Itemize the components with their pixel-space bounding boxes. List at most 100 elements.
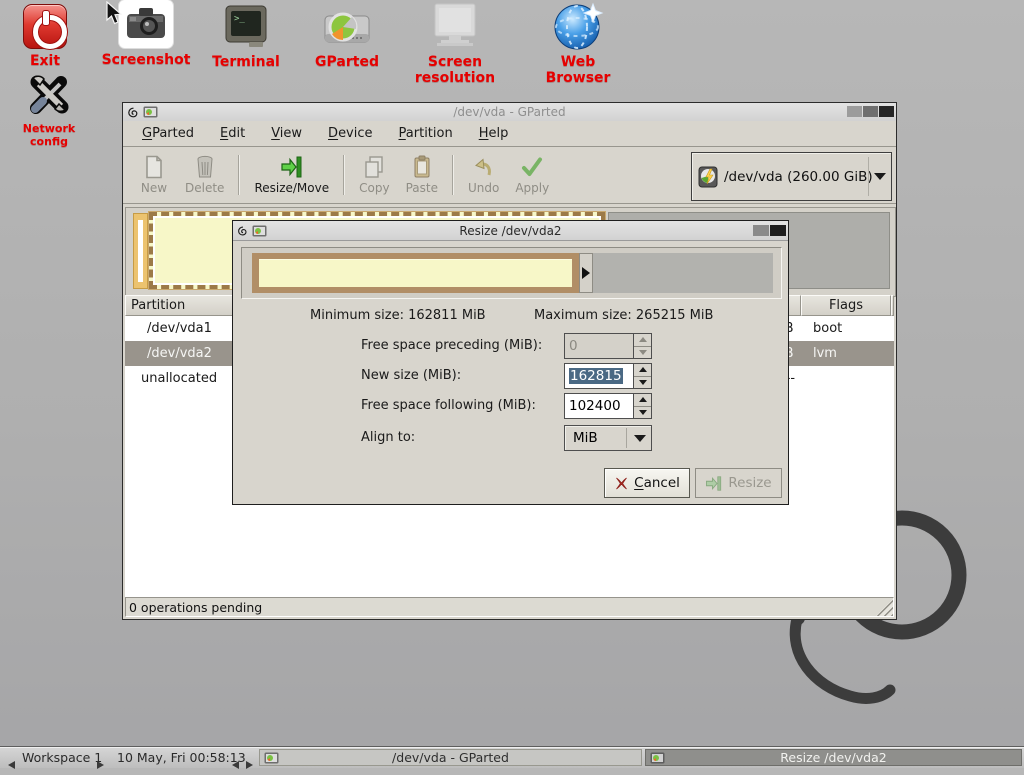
- workspace-label: Workspace 1: [22, 747, 102, 768]
- chevron-down-icon: [634, 435, 646, 442]
- free-space-preceding-row: Free space preceding (MiB): 0: [233, 333, 788, 359]
- disk-icon: [698, 166, 718, 188]
- dialog-titlebar[interactable]: Resize /dev/vda2: [233, 221, 788, 241]
- pager-next-button[interactable]: [246, 754, 253, 775]
- task-resize-dialog[interactable]: Resize /dev/vda2: [645, 749, 1022, 766]
- desktop-icon-network-config[interactable]: Network config: [5, 70, 93, 148]
- desktop-icon-label: GParted: [305, 54, 389, 70]
- apply-icon: [520, 155, 544, 179]
- spin-down-icon[interactable]: [634, 377, 651, 389]
- desktop-icon-web-browser[interactable]: Web Browser: [528, 2, 628, 86]
- resize-button[interactable]: Resize: [695, 468, 782, 498]
- spinner-buttons[interactable]: [633, 394, 651, 418]
- cancel-button[interactable]: Cancel: [604, 468, 690, 498]
- workspace-prev-button[interactable]: [8, 754, 15, 775]
- globe-icon: [552, 2, 604, 50]
- power-icon: [23, 4, 67, 49]
- minimum-size-label: Minimum size: 162811 MiB: [310, 308, 486, 323]
- resize-move-button[interactable]: Resize/Move: [246, 152, 337, 198]
- menu-view[interactable]: View: [258, 123, 315, 144]
- taskbar: Workspace 1 10 May, Fri 00:58:13 /dev/vd…: [0, 746, 1024, 768]
- device-selector[interactable]: /dev/vda (260.00 GiB): [691, 152, 892, 201]
- desktop-icon-label: Web Browser: [528, 54, 628, 86]
- free-space-preceding-input[interactable]: 0: [564, 333, 652, 359]
- undo-button[interactable]: Undo: [460, 152, 507, 198]
- spin-up-icon[interactable]: [634, 364, 651, 377]
- desktop-icon-label: Screen resolution: [388, 54, 522, 86]
- paste-icon: [412, 155, 432, 179]
- desktop-icon-gparted[interactable]: GParted: [305, 8, 389, 70]
- menu-gparted[interactable]: GParted: [129, 123, 207, 144]
- menu-help[interactable]: Help: [466, 123, 522, 144]
- dialog-title: Resize /dev/vda2: [233, 224, 788, 238]
- window-title: /dev/vda - GParted: [123, 105, 896, 119]
- toolbar-separator: [452, 155, 454, 195]
- desktop-icon-label: Terminal: [203, 54, 289, 70]
- apply-button[interactable]: Apply: [507, 152, 557, 198]
- maximize-button[interactable]: [753, 225, 769, 236]
- resize-slider-handle[interactable]: [579, 253, 593, 293]
- task-label: Resize /dev/vda2: [780, 750, 886, 765]
- task-gparted-main[interactable]: /dev/vda - GParted: [259, 749, 642, 766]
- resize-slider-free-space[interactable]: [593, 253, 773, 293]
- gparted-disk-icon: [323, 8, 371, 50]
- menu-device[interactable]: Device: [315, 123, 385, 144]
- pager-prev-button[interactable]: [232, 754, 239, 775]
- gparted-app-icon: [650, 752, 665, 764]
- new-size-input[interactable]: 162815: [564, 363, 652, 389]
- menu-edit[interactable]: Edit: [207, 123, 258, 144]
- desktop-icon-screen-resolution[interactable]: Screen resolution: [388, 2, 522, 86]
- monitor-icon: [429, 2, 481, 50]
- close-button[interactable]: [879, 106, 894, 117]
- spin-down-icon[interactable]: [634, 347, 651, 359]
- close-button[interactable]: [770, 225, 786, 236]
- gparted-app-icon: [264, 752, 279, 764]
- field-label: Free space preceding (MiB):: [361, 333, 542, 359]
- new-icon: [144, 155, 164, 179]
- workspace-next-button[interactable]: [97, 754, 104, 775]
- terminal-icon: >_: [223, 4, 269, 50]
- free-space-following-row: Free space following (MiB): 102400: [233, 393, 788, 419]
- new-size-row: New size (MiB): 162815: [233, 363, 788, 389]
- maximize-button[interactable]: [863, 106, 878, 117]
- toolbar-separator: [238, 155, 240, 195]
- resize-slider-partition[interactable]: [252, 253, 579, 293]
- device-selector-value: /dev/vda (260.00 GiB): [724, 169, 873, 185]
- column-header-filler: [891, 295, 894, 316]
- new-button[interactable]: New: [131, 152, 177, 198]
- resize-grip[interactable]: [876, 599, 893, 616]
- toolbar: New Delete Resize/Move: [123, 147, 896, 204]
- column-header-flags[interactable]: Flags: [801, 295, 891, 316]
- camera-icon: [119, 0, 173, 48]
- resize-icon: [705, 476, 723, 491]
- paste-button[interactable]: Paste: [398, 152, 446, 198]
- desktop-icon-exit[interactable]: Exit: [14, 4, 76, 69]
- free-space-following-input[interactable]: 102400: [564, 393, 652, 419]
- desktop-icon-label: Exit: [14, 53, 76, 69]
- main-titlebar[interactable]: /dev/vda - GParted: [123, 103, 896, 122]
- partition-visual-vda1[interactable]: [133, 213, 148, 289]
- spinner-buttons[interactable]: [633, 334, 651, 358]
- resize-move-icon: [280, 155, 304, 179]
- align-to-value: MiB: [573, 430, 598, 446]
- iconify-button[interactable]: [847, 106, 862, 117]
- field-label: Free space following (MiB):: [361, 393, 536, 419]
- combo-separator: [626, 428, 627, 448]
- spinner-buttons[interactable]: [633, 364, 651, 388]
- cancel-icon: [614, 476, 629, 491]
- operations-pending: 0 operations pending: [129, 600, 262, 615]
- spin-up-icon[interactable]: [634, 334, 651, 347]
- task-label: /dev/vda - GParted: [392, 750, 509, 765]
- copy-button[interactable]: Copy: [351, 152, 397, 198]
- desktop-icon-terminal[interactable]: >_ Terminal: [203, 4, 289, 70]
- cancel-label: Cancel: [634, 475, 680, 491]
- menubar: GParted Edit View Device Partition Help: [123, 121, 896, 147]
- tools-icon: [25, 70, 73, 118]
- delete-button[interactable]: Delete: [177, 152, 232, 198]
- align-to-dropdown[interactable]: MiB: [564, 425, 652, 451]
- delete-icon: [195, 155, 215, 179]
- menu-partition[interactable]: Partition: [386, 123, 466, 144]
- resize-dialog: Resize /dev/vda2 Minimum size: 162811 Mi…: [232, 220, 789, 505]
- spin-down-icon[interactable]: [634, 407, 651, 419]
- spin-up-icon[interactable]: [634, 394, 651, 407]
